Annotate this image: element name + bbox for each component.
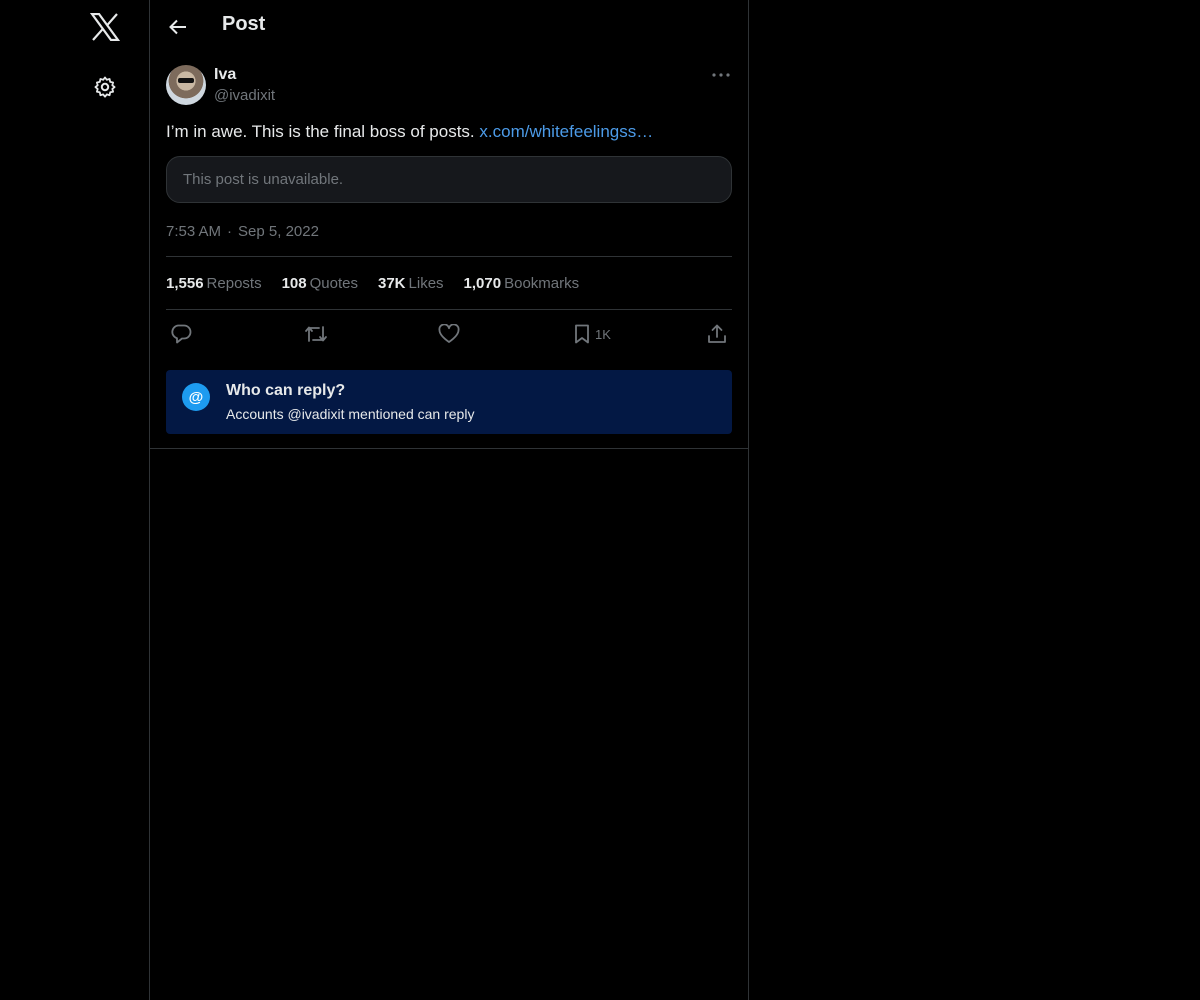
share-icon [708,324,726,343]
avatar[interactable] [166,65,206,105]
post-actions: 1K [166,310,732,358]
post-author: Iva @ivadixit [166,64,732,106]
author-name[interactable]: Iva [214,66,236,84]
who-can-reply-notice: @ Who can reply? Accounts @ivadixit ment… [166,370,732,434]
x-logo-icon[interactable] [88,10,122,44]
post-link[interactable]: x.com/whitefeelingss… [479,122,653,141]
reply-button[interactable] [170,322,192,346]
heart-icon [438,324,460,343]
gear-icon[interactable] [91,73,119,101]
at-mention-icon: @ [182,383,210,411]
repost-icon [305,326,327,342]
likes-stat[interactable]: 37K Likes [378,275,444,292]
share-button[interactable] [707,322,727,346]
post-article: Iva @ivadixit I’m in awe. This is the fi… [166,64,732,434]
author-handle[interactable]: @ivadixit [214,87,275,104]
more-dots-icon [712,73,730,77]
main-column: Post Iva @ivadixit I’m in awe. This is t… [149,0,749,1000]
quotes-stat[interactable]: 108 Quotes [282,275,358,292]
page-title: Post [222,13,266,35]
page-header: Post [150,0,748,54]
reply-icon [171,324,192,344]
app-layout: Post Iva @ivadixit I’m in awe. This is t… [0,0,1200,1000]
post-time: 7:53 AM [166,223,222,240]
bookmark-button[interactable]: 1K [573,322,611,346]
section-divider [150,448,748,449]
like-button[interactable] [438,322,460,346]
post-text: I’m in awe. This is the final boss of po… [166,120,732,144]
post-timestamp[interactable]: 7:53 AM · Sep 5, 2022 [166,223,732,243]
post-stats: 1,556 Reposts 108 Quotes 37K Likes 1,070 Boo… [166,257,732,309]
who-can-reply-title: Who can reply? [226,382,346,399]
post-date: Sep 5, 2022 [238,223,319,240]
who-can-reply-subtitle: Accounts @ivadixit mentioned can reply [226,406,475,422]
left-rail [0,0,149,1000]
bookmarks-stat[interactable]: 1,070 Bookmarks [464,275,580,292]
reposts-stat[interactable]: 1,556 Reposts [166,275,262,292]
bookmark-count: 1K [595,326,611,342]
repost-button[interactable] [304,322,328,346]
more-options-button[interactable] [710,66,732,84]
back-button[interactable] [164,13,192,41]
bookmark-icon [575,324,589,344]
quoted-post-unavailable: This post is unavailable. [166,156,732,203]
post-body: I’m in awe. This is the final boss of po… [166,122,475,141]
arrow-left-icon [169,19,186,35]
